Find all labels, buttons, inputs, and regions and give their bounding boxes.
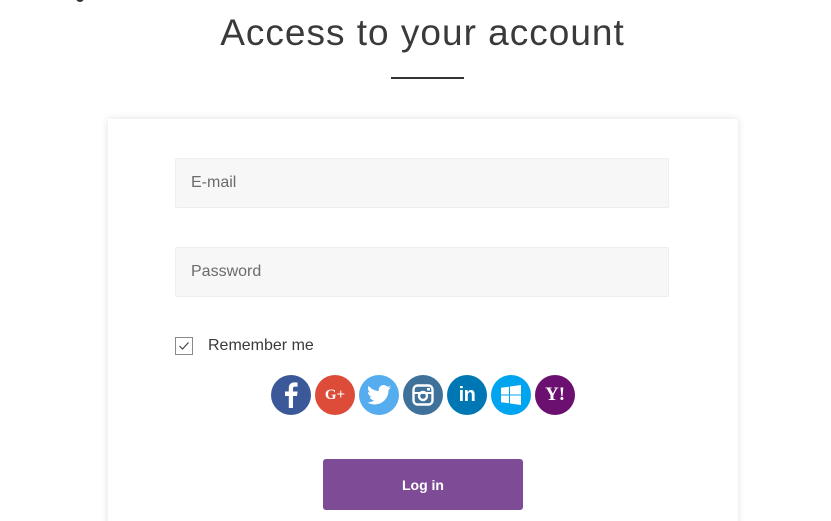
facebook-login-button[interactable] xyxy=(271,375,311,415)
twitter-icon xyxy=(367,385,391,405)
login-card: Remember me G+ xyxy=(108,119,738,521)
password-field[interactable] xyxy=(175,247,669,297)
linkedin-icon: in xyxy=(458,383,476,406)
yahoo-login-button[interactable]: Y! xyxy=(535,375,575,415)
title-underline xyxy=(391,77,464,79)
social-login-list: G+ in Y! xyxy=(271,375,579,417)
remember-me-checkbox[interactable] xyxy=(175,337,193,355)
windows-login-button[interactable] xyxy=(491,375,531,415)
yahoo-icon: Y! xyxy=(544,384,566,405)
email-field[interactable] xyxy=(175,158,669,208)
facebook-icon xyxy=(285,382,298,408)
google-plus-icon: G+ xyxy=(324,386,346,403)
windows-icon xyxy=(501,385,521,405)
remember-me-label: Remember me xyxy=(208,337,314,354)
linkedin-login-button[interactable]: in xyxy=(447,375,487,415)
checkmark-icon xyxy=(179,342,189,350)
twitter-login-button[interactable] xyxy=(359,375,399,415)
login-page: Access to your account Remember me G+ xyxy=(0,0,831,521)
instagram-icon xyxy=(412,384,434,406)
instagram-login-button[interactable] xyxy=(403,375,443,415)
remember-me[interactable]: Remember me xyxy=(175,335,314,357)
page-title: Access to your account xyxy=(220,12,625,53)
google-plus-login-button[interactable]: G+ xyxy=(315,375,355,415)
login-button[interactable]: Log in xyxy=(323,459,523,510)
corner-mark xyxy=(76,0,84,2)
